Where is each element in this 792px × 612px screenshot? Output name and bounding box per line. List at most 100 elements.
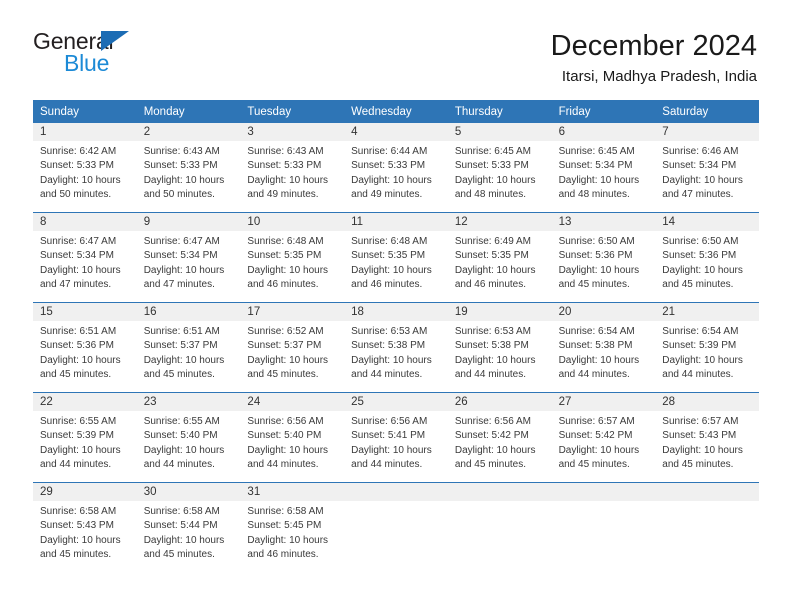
day-number[interactable]: 23 <box>137 393 241 411</box>
day-cell[interactable]: Sunrise: 6:53 AM Sunset: 5:38 PM Dayligh… <box>448 321 552 392</box>
daylight-text: Daylight: 10 hours and 49 minutes. <box>351 174 432 201</box>
day-cell[interactable]: Sunrise: 6:45 AM Sunset: 5:34 PM Dayligh… <box>552 141 656 212</box>
day-cell[interactable]: Sunrise: 6:45 AM Sunset: 5:33 PM Dayligh… <box>448 141 552 212</box>
daylight-text: Daylight: 10 hours and 45 minutes. <box>662 444 743 471</box>
day-number[interactable]: 12 <box>448 213 552 231</box>
daylight-text: Daylight: 10 hours and 44 minutes. <box>351 354 432 381</box>
day-number[interactable]: 1 <box>33 123 137 141</box>
day-cell[interactable]: Sunrise: 6:48 AM Sunset: 5:35 PM Dayligh… <box>344 231 448 302</box>
day-cell[interactable]: Sunrise: 6:51 AM Sunset: 5:36 PM Dayligh… <box>33 321 137 392</box>
day-number[interactable]: 16 <box>137 303 241 321</box>
sunrise-text: Sunrise: 6:42 AM <box>40 146 117 157</box>
sunset-text: Sunset: 5:33 PM <box>351 160 426 172</box>
day-cell[interactable]: Sunrise: 6:43 AM Sunset: 5:33 PM Dayligh… <box>137 141 241 212</box>
day-number[interactable]: 14 <box>655 213 759 231</box>
generalblue-logo[interactable]: General Blue <box>33 28 148 80</box>
page-header: General Blue December 2024 Itarsi, Madhy… <box>0 0 792 100</box>
weekday-header-thursday: Thursday <box>454 106 503 118</box>
sunset-text: Sunset: 5:36 PM <box>558 250 633 262</box>
day-number[interactable]: 8 <box>33 213 137 231</box>
day-cell[interactable]: Sunrise: 6:58 AM Sunset: 5:44 PM Dayligh… <box>137 501 241 572</box>
day-number[interactable]: 3 <box>240 123 344 141</box>
daylight-text: Daylight: 10 hours and 44 minutes. <box>40 444 121 471</box>
sunrise-text: Sunrise: 6:54 AM <box>662 326 739 337</box>
day-number[interactable]: 28 <box>655 393 759 411</box>
day-number[interactable]: 10 <box>240 213 344 231</box>
daylight-text: Daylight: 10 hours and 47 minutes. <box>662 174 743 201</box>
day-cell[interactable]: Sunrise: 6:47 AM Sunset: 5:34 PM Dayligh… <box>137 231 241 302</box>
daylight-text: Daylight: 10 hours and 45 minutes. <box>662 264 743 291</box>
day-number[interactable]: 21 <box>655 303 759 321</box>
day-cell[interactable]: Sunrise: 6:52 AM Sunset: 5:37 PM Dayligh… <box>240 321 344 392</box>
daylight-text: Daylight: 10 hours and 46 minutes. <box>454 264 536 291</box>
day-number[interactable]: 13 <box>552 213 656 231</box>
daylight-text: Daylight: 10 hours and 46 minutes. <box>247 264 329 291</box>
day-number[interactable]: 22 <box>33 393 137 411</box>
page-subtitle: Itarsi, Madhya Pradesh, India <box>561 68 757 86</box>
day-number[interactable]: 30 <box>137 483 241 501</box>
day-cell[interactable]: Sunrise: 6:57 AM Sunset: 5:43 PM Dayligh… <box>655 411 759 482</box>
sunset-text: Sunset: 5:34 PM <box>143 250 218 262</box>
day-cell[interactable]: Sunrise: 6:54 AM Sunset: 5:39 PM Dayligh… <box>655 321 759 392</box>
sunset-text: Sunset: 5:33 PM <box>40 160 114 172</box>
sunrise-text: Sunrise: 6:45 AM <box>454 146 531 157</box>
day-number[interactable]: 24 <box>240 393 344 411</box>
day-cell[interactable]: Sunrise: 6:57 AM Sunset: 5:42 PM Dayligh… <box>552 411 656 482</box>
sunset-text: Sunset: 5:34 PM <box>558 160 633 172</box>
day-cell[interactable]: Sunrise: 6:55 AM Sunset: 5:40 PM Dayligh… <box>137 411 241 482</box>
day-cell[interactable]: Sunrise: 6:58 AM Sunset: 5:45 PM Dayligh… <box>240 501 344 572</box>
day-number[interactable]: 31 <box>240 483 344 501</box>
day-number[interactable]: 4 <box>344 123 448 141</box>
day-number[interactable]: 18 <box>344 303 448 321</box>
sunset-text: Sunset: 5:33 PM <box>247 160 322 172</box>
sunrise-text: Sunrise: 6:47 AM <box>143 236 220 247</box>
day-cell[interactable]: Sunrise: 6:50 AM Sunset: 5:36 PM Dayligh… <box>655 231 759 302</box>
day-number[interactable]: 15 <box>33 303 137 321</box>
day-number[interactable]: 9 <box>137 213 241 231</box>
day-cell[interactable]: Sunrise: 6:49 AM Sunset: 5:35 PM Dayligh… <box>448 231 552 302</box>
sunrise-text: Sunrise: 6:47 AM <box>40 236 117 247</box>
weekday-header-friday: Friday <box>558 106 591 118</box>
day-number[interactable]: 20 <box>552 303 656 321</box>
day-cell[interactable]: Sunrise: 6:47 AM Sunset: 5:34 PM Dayligh… <box>33 231 137 302</box>
day-cell[interactable]: Sunrise: 6:48 AM Sunset: 5:35 PM Dayligh… <box>240 231 344 302</box>
day-cell[interactable]: Sunrise: 6:56 AM Sunset: 5:41 PM Dayligh… <box>344 411 448 482</box>
sunset-text: Sunset: 5:38 PM <box>558 340 633 352</box>
day-cell[interactable]: Sunrise: 6:51 AM Sunset: 5:37 PM Dayligh… <box>137 321 241 392</box>
week-detail-row: Sunrise: 6:55 AM Sunset: 5:39 PM Dayligh… <box>33 411 759 482</box>
day-number[interactable]: 26 <box>448 393 552 411</box>
sunset-text: Sunset: 5:38 PM <box>351 340 426 352</box>
day-cell[interactable]: Sunrise: 6:56 AM Sunset: 5:40 PM Dayligh… <box>240 411 344 482</box>
day-cell[interactable]: Sunrise: 6:46 AM Sunset: 5:34 PM Dayligh… <box>655 141 759 212</box>
sunrise-text: Sunrise: 6:43 AM <box>143 146 220 157</box>
day-number[interactable]: 7 <box>655 123 759 141</box>
day-number[interactable]: 11 <box>344 213 448 231</box>
day-number[interactable]: 2 <box>137 123 241 141</box>
day-number[interactable]: 27 <box>552 393 656 411</box>
daylight-text: Daylight: 10 hours and 48 minutes. <box>558 174 640 201</box>
day-cell[interactable]: Sunrise: 6:44 AM Sunset: 5:33 PM Dayligh… <box>344 141 448 212</box>
day-number[interactable]: 25 <box>344 393 448 411</box>
day-cell[interactable]: Sunrise: 6:58 AM Sunset: 5:43 PM Dayligh… <box>33 501 137 572</box>
day-cell[interactable]: Sunrise: 6:55 AM Sunset: 5:39 PM Dayligh… <box>33 411 137 482</box>
sunset-text: Sunset: 5:37 PM <box>143 340 218 352</box>
daylight-text: Daylight: 10 hours and 44 minutes. <box>143 444 225 471</box>
sunset-text: Sunset: 5:38 PM <box>454 340 529 352</box>
day-cell[interactable]: Sunrise: 6:42 AM Sunset: 5:33 PM Dayligh… <box>33 141 137 212</box>
sunset-text: Sunset: 5:36 PM <box>662 250 737 262</box>
day-cell[interactable]: Sunrise: 6:53 AM Sunset: 5:38 PM Dayligh… <box>344 321 448 392</box>
sunset-text: Sunset: 5:39 PM <box>40 430 114 442</box>
day-cell[interactable]: Sunrise: 6:50 AM Sunset: 5:36 PM Dayligh… <box>552 231 656 302</box>
day-number[interactable]: 5 <box>448 123 552 141</box>
day-cell[interactable]: Sunrise: 6:54 AM Sunset: 5:38 PM Dayligh… <box>552 321 656 392</box>
day-number[interactable]: 17 <box>240 303 344 321</box>
daylight-text: Daylight: 10 hours and 45 minutes. <box>247 354 329 381</box>
day-cell[interactable]: Sunrise: 6:56 AM Sunset: 5:42 PM Dayligh… <box>448 411 552 482</box>
day-number[interactable]: 6 <box>552 123 656 141</box>
day-cell[interactable]: Sunrise: 6:43 AM Sunset: 5:33 PM Dayligh… <box>240 141 344 212</box>
weekday-header-monday: Monday <box>143 106 185 118</box>
sunrise-text: Sunrise: 6:58 AM <box>247 506 324 517</box>
day-number[interactable]: 29 <box>33 483 137 501</box>
day-number[interactable]: 19 <box>448 303 552 321</box>
sunrise-text: Sunrise: 6:44 AM <box>351 146 428 157</box>
